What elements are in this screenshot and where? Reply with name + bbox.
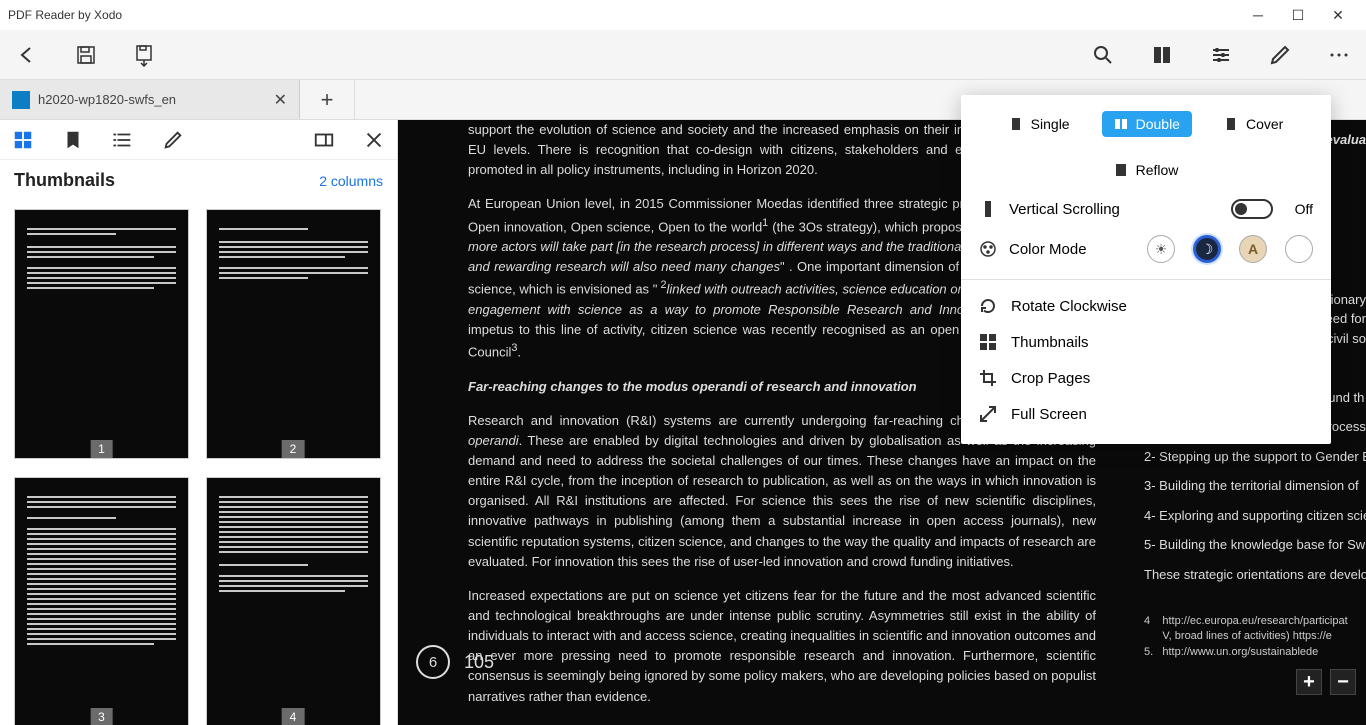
save-button[interactable] [74, 43, 98, 67]
sidebar: Thumbnails 2 columns 1 2 3 [0, 120, 398, 725]
pdf-icon [12, 91, 30, 109]
maximize-button[interactable]: ☐ [1278, 0, 1318, 30]
vertical-scrolling-label: Vertical Scrolling [1009, 201, 1120, 218]
page-number-button[interactable]: 6 [416, 645, 450, 679]
thumbnail-page-1[interactable]: 1 [14, 209, 189, 459]
crop-pages-action[interactable]: Crop Pages [961, 360, 1331, 396]
grid-icon [979, 333, 997, 351]
sidebar-tab-annotations[interactable] [162, 129, 184, 151]
thumb-number: 3 [90, 708, 113, 725]
tab-close-button[interactable]: ✕ [274, 90, 287, 110]
zoom-out-button[interactable]: − [1330, 669, 1356, 695]
paragraph: Increased expectations are put on scienc… [468, 586, 1096, 707]
reflow-icon [1114, 163, 1128, 177]
sidebar-layout-toggle[interactable] [313, 129, 335, 151]
rotate-icon [979, 297, 997, 315]
bookmark-panel-button[interactable] [1150, 43, 1174, 67]
toggle-state: Off [1295, 201, 1313, 217]
thumbnail-page-3[interactable]: 3 [14, 477, 189, 725]
page-indicator: 6 105 [416, 645, 494, 679]
fullscreen-action[interactable]: Full Screen [961, 396, 1331, 432]
new-tab-button[interactable]: + [300, 80, 355, 119]
cover-page-icon [1224, 117, 1238, 131]
color-mode-light[interactable]: ☀ [1147, 235, 1175, 263]
app-toolbar [0, 30, 1366, 80]
color-mode-sepia[interactable]: A [1239, 235, 1267, 263]
thumb-number: 2 [282, 440, 305, 458]
thumbnail-page-2[interactable]: 2 [206, 209, 381, 459]
thumb-number: 1 [90, 440, 113, 458]
rotate-clockwise-action[interactable]: Rotate Clockwise [961, 288, 1331, 324]
double-page-icon [1114, 117, 1128, 131]
single-page-icon [1009, 117, 1023, 131]
close-button[interactable]: ✕ [1318, 0, 1358, 30]
expand-icon [979, 405, 997, 423]
color-mode-dark[interactable]: ☽ [1193, 235, 1221, 263]
total-pages: 105 [464, 652, 494, 673]
thumbnail-page-4[interactable]: 4 [206, 477, 381, 725]
mode-double[interactable]: Double [1102, 111, 1192, 137]
minimize-button[interactable]: ─ [1238, 0, 1278, 30]
thumbnail-grid: 1 2 3 4 [0, 201, 397, 725]
annotate-button[interactable] [1268, 43, 1292, 67]
view-options-popup: Single Double Cover Reflow Vertical Scro… [961, 95, 1331, 444]
save-as-button[interactable] [133, 43, 157, 67]
app-title: PDF Reader by Xodo [8, 8, 122, 22]
title-bar: PDF Reader by Xodo ─ ☐ ✕ [0, 0, 1366, 30]
more-options-button[interactable] [1327, 43, 1351, 67]
color-mode-label: Color Mode [1009, 241, 1087, 258]
sidebar-close-button[interactable] [363, 129, 385, 151]
mode-reflow[interactable]: Reflow [1102, 157, 1191, 183]
sidebar-tab-thumbnails[interactable] [12, 129, 34, 151]
zoom-controls: + − [1296, 669, 1356, 695]
scroll-icon [979, 200, 997, 218]
crop-icon [979, 369, 997, 387]
color-mode-custom[interactable] [1285, 235, 1313, 263]
zoom-in-button[interactable]: + [1296, 669, 1322, 695]
back-button[interactable] [15, 43, 39, 67]
search-button[interactable] [1091, 43, 1115, 67]
tab-label: h2020-wp1820-swfs_en [38, 92, 176, 107]
palette-icon [979, 240, 997, 258]
vertical-scrolling-toggle[interactable] [1231, 199, 1273, 219]
document-tab[interactable]: h2020-wp1820-swfs_en ✕ [0, 80, 300, 119]
thumbnails-action[interactable]: Thumbnails [961, 324, 1331, 360]
columns-selector[interactable]: 2 columns [319, 173, 383, 189]
sidebar-title: Thumbnails [14, 170, 115, 191]
view-options-button[interactable] [1209, 43, 1233, 67]
mode-single[interactable]: Single [997, 111, 1082, 137]
mode-cover[interactable]: Cover [1212, 111, 1295, 137]
thumb-number: 4 [282, 708, 305, 725]
sidebar-tab-outline[interactable] [112, 129, 134, 151]
sidebar-tab-bookmarks[interactable] [62, 129, 84, 151]
